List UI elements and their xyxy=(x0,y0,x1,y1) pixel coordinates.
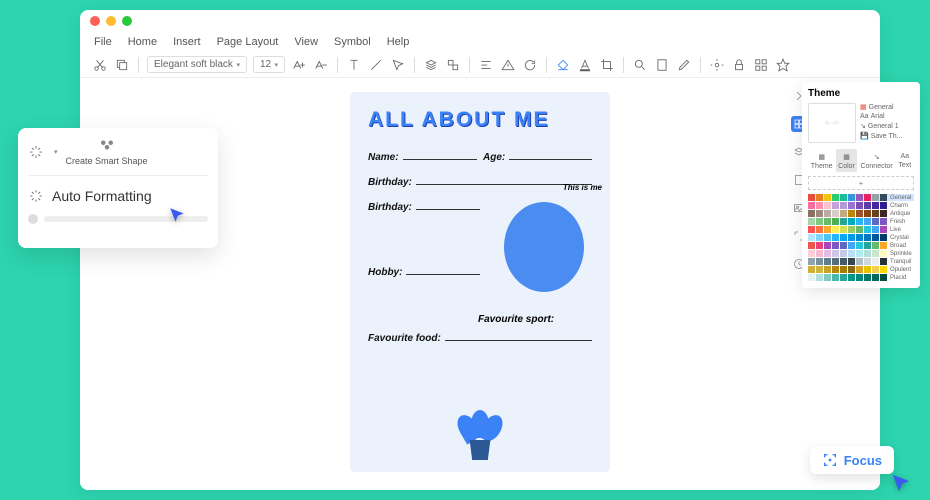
create-smart-shape-button[interactable]: Create Smart Shape xyxy=(66,157,148,167)
canvas[interactable]: ALL ABOUT ME Name: Age: Birthday: Birthd… xyxy=(240,92,720,482)
close-dot[interactable] xyxy=(90,16,100,26)
cursor-icon-2 xyxy=(890,472,912,494)
focus-button[interactable]: Focus xyxy=(810,446,894,474)
search-icon[interactable] xyxy=(632,57,648,73)
page-icon[interactable] xyxy=(654,57,670,73)
fill-icon[interactable] xyxy=(555,57,571,73)
lock-icon[interactable] xyxy=(731,57,747,73)
field-fav-sport: Favourite sport: xyxy=(478,314,592,325)
doc-title: ALL ABOUT ME xyxy=(368,108,592,132)
crop-icon[interactable] xyxy=(599,57,615,73)
opt-arial[interactable]: AaArial xyxy=(860,113,914,120)
cursor-icon xyxy=(168,206,186,224)
decrease-font-icon[interactable] xyxy=(313,57,329,73)
opt-general[interactable]: ▦General xyxy=(860,103,914,111)
palette-charm[interactable]: Charm xyxy=(808,202,914,209)
titlebar xyxy=(80,10,880,32)
menu-file[interactable]: File xyxy=(94,36,112,48)
palette-general[interactable]: General xyxy=(808,194,914,201)
toolbar: Elegant soft black▾ 12▾ xyxy=(80,52,880,78)
line-icon[interactable] xyxy=(368,57,384,73)
field-birthday1: Birthday: xyxy=(368,177,412,188)
focus-icon xyxy=(822,452,838,468)
warning-icon[interactable] xyxy=(500,57,516,73)
pointer-icon[interactable] xyxy=(390,57,406,73)
menu-insert[interactable]: Insert xyxy=(173,36,201,48)
palette-placid[interactable]: Placid xyxy=(808,274,914,281)
font-selector[interactable]: Elegant soft black▾ xyxy=(147,56,247,73)
text-icon[interactable] xyxy=(346,57,362,73)
this-is-me-label: This is me xyxy=(563,184,602,193)
field-fav-food: Favourite food: xyxy=(368,333,441,344)
add-palette-button[interactable]: + xyxy=(808,176,914,190)
palette-opulent[interactable]: Opulent xyxy=(808,266,914,273)
size-selector[interactable]: 12▾ xyxy=(253,56,285,73)
menu-help[interactable]: Help xyxy=(387,36,410,48)
increase-font-icon[interactable] xyxy=(291,57,307,73)
theme-title: Theme xyxy=(808,88,914,99)
plant-illustration xyxy=(455,400,505,460)
tab-color[interactable]: ▦Color xyxy=(836,149,857,172)
palette-antique[interactable]: Antique xyxy=(808,210,914,217)
copy-icon[interactable] xyxy=(114,57,130,73)
smart-shape-popup: ▾ Create Smart Shape Auto Formatting xyxy=(18,128,218,248)
minimize-dot[interactable] xyxy=(106,16,116,26)
star-icon[interactable] xyxy=(775,57,791,73)
group-icon[interactable] xyxy=(445,57,461,73)
palette-list: GeneralCharmAntiqueFreshLiveCrystalBroad… xyxy=(808,194,914,281)
theme-panel: Theme ◇→▭ ▦General AaArial ↘General 1 💾S… xyxy=(802,82,920,288)
opt-general1[interactable]: ↘General 1 xyxy=(860,122,914,130)
sparkle-icon[interactable] xyxy=(28,144,44,160)
layer-icon[interactable] xyxy=(423,57,439,73)
menubar: File Home Insert Page Layout View Symbol… xyxy=(80,32,880,52)
cut-icon[interactable] xyxy=(92,57,108,73)
maximize-dot[interactable] xyxy=(122,16,132,26)
tab-theme[interactable]: ▦Theme xyxy=(809,149,835,172)
portrait-circle xyxy=(504,202,584,292)
settings-icon[interactable] xyxy=(709,57,725,73)
palette-live[interactable]: Live xyxy=(808,226,914,233)
app-window: File Home Insert Page Layout View Symbol… xyxy=(80,10,880,490)
sparkle-icon-2 xyxy=(28,188,44,204)
align-icon[interactable] xyxy=(478,57,494,73)
refresh-icon[interactable] xyxy=(522,57,538,73)
field-name: Name: xyxy=(368,152,399,163)
opt-save[interactable]: 💾Save Th... xyxy=(860,132,914,140)
field-age: Age: xyxy=(483,152,505,163)
palette-fresh[interactable]: Fresh xyxy=(808,218,914,225)
tab-text[interactable]: AaText xyxy=(896,149,913,172)
field-birthday2: Birthday: xyxy=(368,202,412,213)
menu-view[interactable]: View xyxy=(294,36,318,48)
document: ALL ABOUT ME Name: Age: Birthday: Birthd… xyxy=(350,92,610,472)
theme-preview[interactable]: ◇→▭ xyxy=(808,103,856,143)
menu-home[interactable]: Home xyxy=(128,36,157,48)
menu-symbol[interactable]: Symbol xyxy=(334,36,371,48)
auto-formatting-button[interactable]: Auto Formatting xyxy=(28,188,208,204)
palette-broad[interactable]: Broad xyxy=(808,242,914,249)
palette-tranquil[interactable]: Tranquil xyxy=(808,258,914,265)
field-hobby: Hobby: xyxy=(368,267,402,278)
flower-icon xyxy=(98,138,116,152)
tab-connector[interactable]: ↘Connector xyxy=(858,149,894,172)
menu-page-layout[interactable]: Page Layout xyxy=(217,36,279,48)
palette-sprinkle[interactable]: Sprinkle xyxy=(808,250,914,257)
palette-crystal[interactable]: Crystal xyxy=(808,234,914,241)
pen-icon[interactable] xyxy=(676,57,692,73)
grid-icon[interactable] xyxy=(753,57,769,73)
font-color-icon[interactable] xyxy=(577,57,593,73)
